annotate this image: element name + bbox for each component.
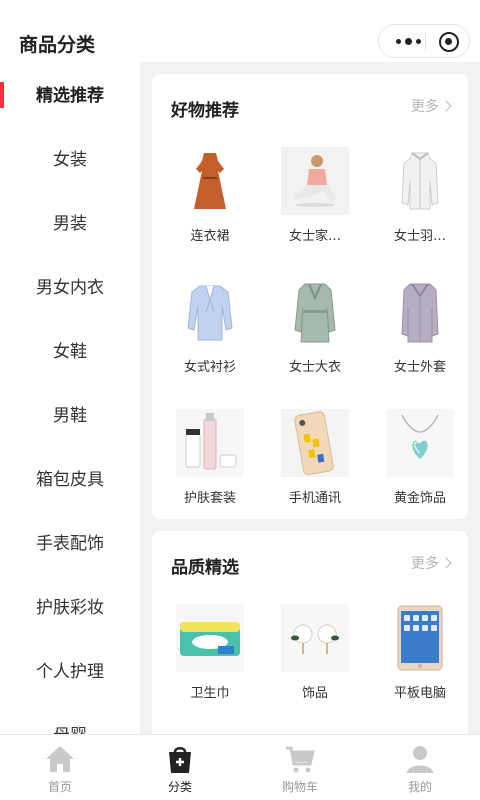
- sidebar-item-mens-shoes[interactable]: 男鞋: [0, 396, 140, 436]
- sidebar-item-watches[interactable]: 手表配饰: [0, 524, 140, 564]
- item-label: 饰品: [301, 686, 328, 701]
- more-link[interactable]: 更多: [411, 553, 452, 573]
- section-title: 品质精选: [171, 558, 239, 578]
- grid-item-sanitary-pad[interactable]: 卫生巾: [164, 604, 254, 714]
- sidebar-item-featured[interactable]: 精选推荐: [0, 76, 140, 116]
- grid-item-phone[interactable]: 手机通讯: [269, 409, 359, 519]
- tab-home[interactable]: 首页: [0, 735, 120, 800]
- more-options-icon[interactable]: [391, 25, 425, 57]
- category-content: 好物推荐 更多 连衣裙 女士家… 女士羽… 女式衬衫 女士大衣 女士外套 护肤套…: [140, 62, 480, 734]
- home-icon: [46, 746, 74, 772]
- grid-item-skincare-set[interactable]: 护肤套装: [164, 409, 254, 519]
- tab-cart[interactable]: 购物车: [240, 735, 360, 800]
- tab-label: 分类: [167, 780, 192, 794]
- sanitary-pad-image: [176, 604, 244, 672]
- item-label: 黄金饰品: [393, 491, 446, 506]
- category-sidebar: 精选推荐 女装 男装 男女内衣 女鞋 男鞋 箱包皮具 手表配饰 护肤彩妆 个人护…: [0, 62, 140, 734]
- section-card-quality: 品质精选 更多 卫生巾 饰品 平板电脑: [152, 531, 468, 734]
- miniprogram-capsule: [378, 24, 470, 58]
- grid-item-trench-coat[interactable]: 女士大衣: [269, 278, 359, 388]
- grid-item-tablet[interactable]: 平板电脑: [374, 604, 464, 714]
- tablet-image: [386, 604, 454, 672]
- earrings-image: [281, 604, 349, 672]
- tab-label: 首页: [47, 780, 72, 794]
- user-icon: [407, 746, 433, 773]
- tab-label: 购物车: [281, 780, 318, 794]
- bottom-tab-bar: 首页 分类 购物车 我的: [0, 734, 480, 800]
- grid-item-down-jacket[interactable]: 女士羽…: [374, 147, 464, 257]
- sidebar-item-womens-shoes[interactable]: 女鞋: [0, 332, 140, 372]
- tab-profile[interactable]: 我的: [360, 735, 480, 800]
- shirt-image: [176, 278, 244, 346]
- item-label: 女士羽…: [393, 229, 446, 244]
- grid-item-jewelry[interactable]: 黄金饰品: [374, 409, 464, 519]
- chevron-right-icon: [440, 557, 452, 569]
- chevron-right-icon: [440, 100, 452, 112]
- cart-icon: [286, 746, 315, 773]
- sidebar-item-underwear[interactable]: 男女内衣: [0, 268, 140, 308]
- section-card-recommend: 好物推荐 更多 连衣裙 女士家… 女士羽… 女式衬衫 女士大衣 女士外套 护肤套…: [152, 74, 468, 519]
- item-label: 手机通讯: [288, 491, 341, 506]
- necklace-image: [386, 409, 454, 477]
- item-label: 女士家…: [288, 229, 341, 244]
- capsule-divider: [425, 33, 426, 51]
- grid-item-dress[interactable]: 连衣裙: [164, 147, 254, 257]
- phone-image: [281, 409, 349, 477]
- item-label: 护肤套装: [183, 491, 236, 506]
- item-label: 卫生巾: [190, 686, 230, 701]
- sidebar-item-womens-clothing[interactable]: 女装: [0, 140, 140, 180]
- sidebar-item-mens-clothing[interactable]: 男装: [0, 204, 140, 244]
- tab-category[interactable]: 分类: [120, 735, 240, 800]
- trench-coat-image: [281, 278, 349, 346]
- loungewear-image: [281, 147, 349, 215]
- page-title: 商品分类: [19, 34, 96, 56]
- close-miniprogram-icon[interactable]: [439, 32, 459, 52]
- grid-item-loungewear[interactable]: 女士家…: [269, 147, 359, 257]
- dress-image: [176, 147, 244, 215]
- grid-item-accessories[interactable]: 饰品: [269, 604, 359, 714]
- category-bag-icon: [169, 747, 191, 773]
- item-label: 女式衬衫: [183, 360, 236, 375]
- item-label: 连衣裙: [190, 229, 230, 244]
- item-label: 女士外套: [393, 360, 446, 375]
- item-label: 女士大衣: [288, 360, 341, 375]
- top-bar: 商品分类: [0, 0, 480, 62]
- grid-item-coat[interactable]: 女士外套: [374, 278, 464, 388]
- sidebar-item-personal-care[interactable]: 个人护理: [0, 652, 140, 692]
- section-title: 好物推荐: [171, 101, 239, 121]
- down-jacket-image: [386, 147, 454, 215]
- tab-label: 我的: [407, 780, 432, 794]
- grid-item-shirt[interactable]: 女式衬衫: [164, 278, 254, 388]
- coat-image: [386, 278, 454, 346]
- sidebar-item-baby[interactable]: 母婴: [0, 716, 140, 734]
- skincare-image: [176, 409, 244, 477]
- item-label: 平板电脑: [393, 686, 446, 701]
- sidebar-item-bags[interactable]: 箱包皮具: [0, 460, 140, 500]
- more-link[interactable]: 更多: [411, 96, 452, 116]
- sidebar-item-skincare[interactable]: 护肤彩妆: [0, 588, 140, 628]
